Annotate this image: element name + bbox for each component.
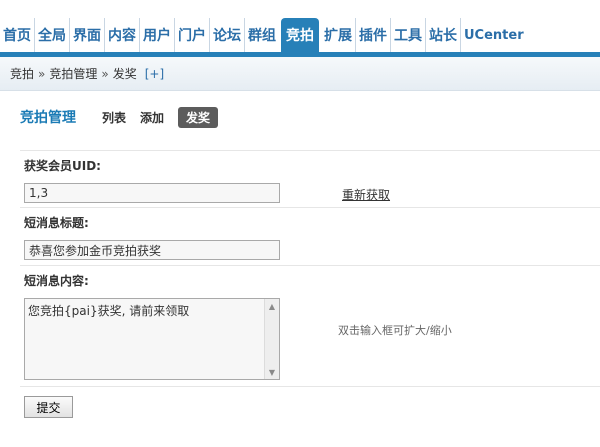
nav-item-global[interactable]: 全局: [34, 18, 69, 52]
submit-button[interactable]: 提交: [24, 396, 73, 418]
add-shortcut-button[interactable]: [+]: [145, 67, 164, 81]
tab-add[interactable]: 添加: [140, 109, 164, 126]
nav-item-tools[interactable]: 工具: [390, 18, 425, 52]
divider: [20, 386, 600, 387]
nav-item-users[interactable]: 用户: [139, 18, 174, 52]
subject-label: 短消息标题:: [24, 216, 89, 230]
refresh-link[interactable]: 重新获取: [342, 186, 390, 203]
uid-input[interactable]: [24, 183, 280, 203]
subject-input[interactable]: [24, 240, 280, 260]
divider: [20, 150, 600, 151]
content-textarea[interactable]: 您竞拍{pai}获奖, 请前来领取 ▲ ▼: [24, 298, 280, 380]
section-title: 竞拍管理: [20, 110, 76, 126]
nav-item-groups[interactable]: 群组: [244, 18, 279, 52]
nav-item-plugins[interactable]: 插件: [355, 18, 390, 52]
nav-item-forum[interactable]: 论坛: [209, 18, 244, 52]
breadcrumb-separator: »: [101, 66, 109, 81]
breadcrumb-separator: »: [38, 66, 46, 81]
scroll-down-icon[interactable]: ▼: [265, 365, 279, 379]
content-text: 您竞拍{pai}获奖, 请前来领取: [28, 304, 190, 318]
nav-item-webmaster[interactable]: 站长: [425, 18, 460, 52]
resize-hint: 双击输入框可扩大/缩小: [338, 324, 452, 337]
nav-bar: 首页 全局 界面 内容 用户 门户 论坛 群组 竞拍 扩展 插件 工具 站长 U…: [0, 18, 527, 52]
nav-item-extensions[interactable]: 扩展: [321, 18, 355, 52]
divider: [20, 265, 600, 266]
nav-item-auction[interactable]: 竞拍: [281, 18, 319, 52]
top-navigation: 首页 全局 界面 内容 用户 门户 论坛 群组 竞拍 扩展 插件 工具 站长 U…: [0, 0, 600, 57]
breadcrumb-item-auction[interactable]: 竞拍: [10, 65, 34, 82]
nav-item-interface[interactable]: 界面: [69, 18, 104, 52]
section-header: 竞拍管理 列表 添加 发奖: [20, 106, 219, 128]
divider: [20, 207, 600, 208]
nav-item-ucenter[interactable]: UCenter: [460, 18, 527, 52]
scroll-up-icon[interactable]: ▲: [265, 299, 279, 313]
tab-list[interactable]: 列表: [102, 109, 126, 126]
nav-item-content[interactable]: 内容: [104, 18, 139, 52]
tab-award[interactable]: 发奖: [178, 106, 219, 128]
breadcrumb: 竞拍 » 竞拍管理 » 发奖 [+]: [0, 57, 600, 91]
breadcrumb-item-award: 发奖: [112, 67, 137, 81]
breadcrumb-item-auction-management[interactable]: 竞拍管理: [49, 65, 97, 82]
nav-item-home[interactable]: 首页: [0, 18, 34, 52]
uid-label: 获奖会员UID:: [24, 159, 101, 173]
textarea-scrollbar[interactable]: ▲ ▼: [264, 299, 279, 379]
content-label: 短消息内容:: [24, 274, 89, 288]
nav-item-portal[interactable]: 门户: [174, 18, 209, 52]
